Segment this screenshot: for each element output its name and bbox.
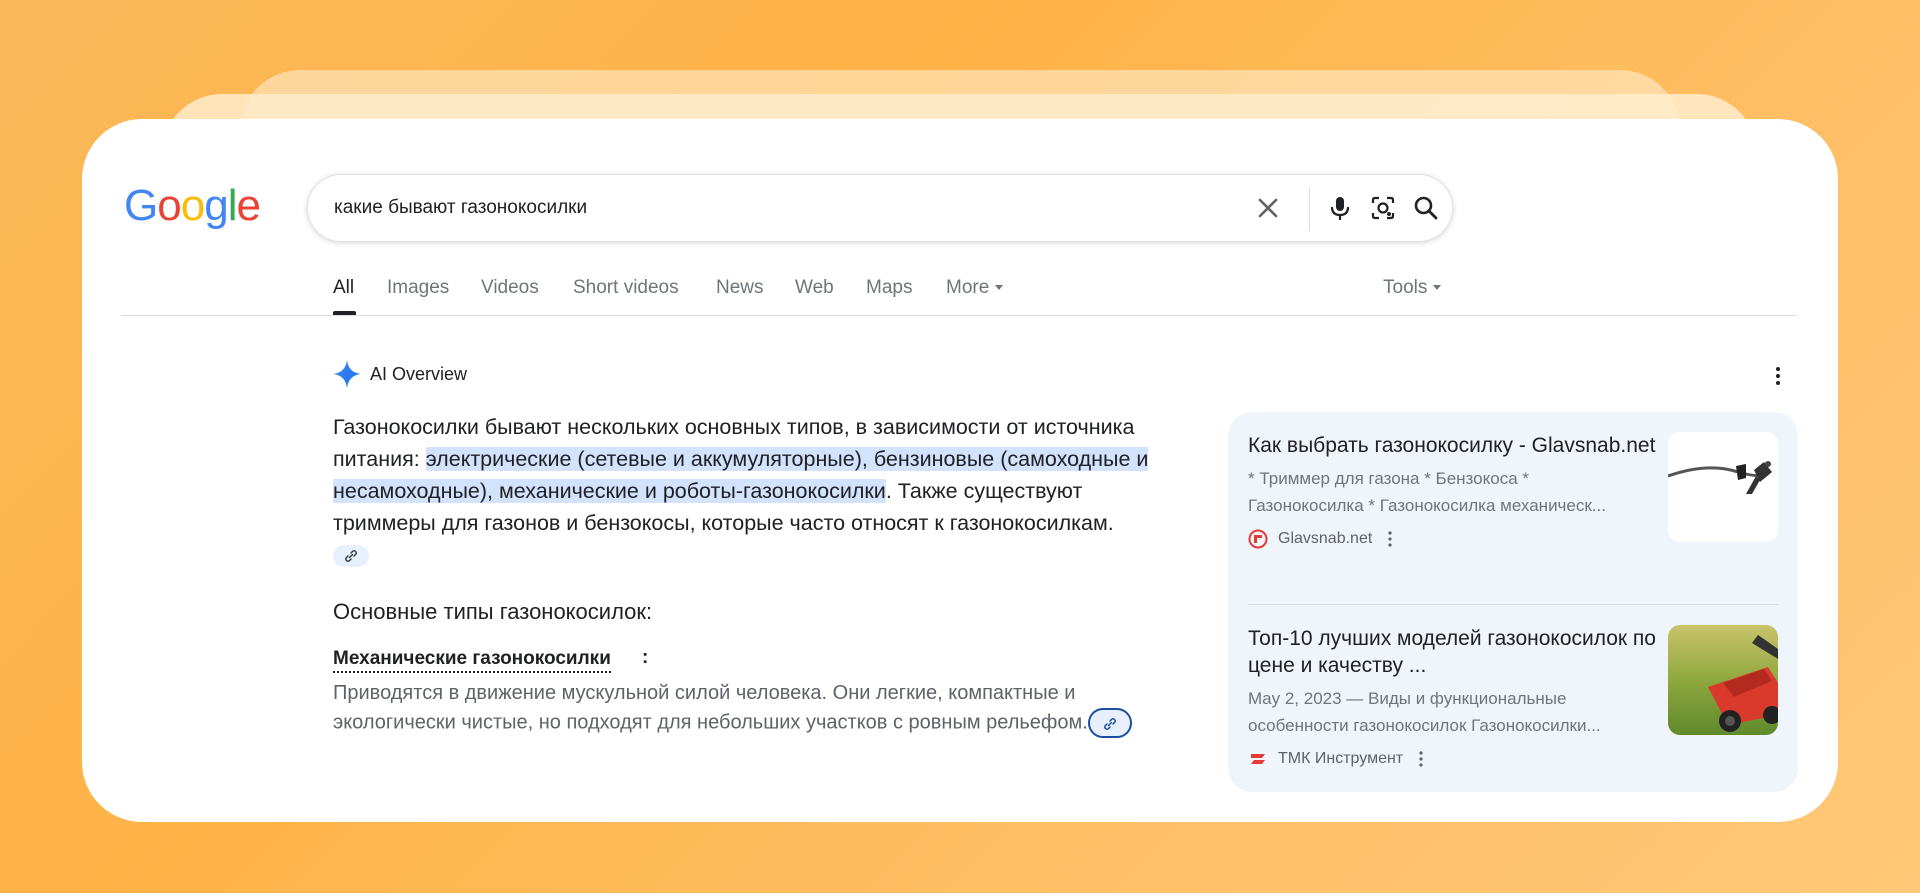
subsection-description: Приводятся в движение мускульной силой ч…	[333, 679, 1153, 738]
subsection-title[interactable]: Механические газонокосилки	[333, 647, 611, 673]
tab-news[interactable]: News	[716, 277, 764, 299]
source-site: ТМК Инструмент	[1248, 749, 1778, 769]
tab-short-videos[interactable]: Short videos	[573, 277, 679, 299]
logo-letter: e	[236, 181, 261, 230]
tabs-divider	[122, 315, 1797, 316]
link-icon	[345, 550, 357, 563]
snippet-line: Газонокосилка * Газонокосилка механическ…	[1248, 496, 1606, 515]
logo-letter: o	[180, 181, 206, 230]
lens-camera-icon[interactable]	[1368, 193, 1398, 223]
section-title: Основные типы газонокосилок:	[333, 599, 653, 624]
glavsnab-favicon-icon	[1248, 529, 1268, 549]
subsection-colon: :	[642, 647, 649, 668]
kebab-menu-icon[interactable]	[1419, 751, 1423, 767]
sources-panel: Как выбрать газонокосилку - Glavsnab.net…	[1228, 412, 1798, 792]
subsection-text: Приводятся в движение мускульной силой ч…	[333, 682, 1088, 734]
snippet-line: * Триммер для газона * Бензокоса *	[1248, 469, 1529, 488]
source-link-chip[interactable]	[333, 545, 369, 568]
chevron-down-icon	[995, 285, 1004, 291]
source-thumbnail-trimmer[interactable]	[1668, 432, 1778, 542]
tab-maps[interactable]: Maps	[866, 277, 912, 299]
ai-overview-header: AI Overview	[332, 359, 467, 389]
tab-web[interactable]: Web	[795, 277, 834, 299]
source-title[interactable]: Топ-10 лучших моделей газонокосилок по ц…	[1248, 625, 1658, 679]
ai-overview-text: Газонокосилки бывают нескольких основных…	[333, 411, 1153, 571]
tab-all[interactable]: All	[333, 277, 354, 299]
search-results-card: Google какие бывают газонокосилки All Im…	[82, 119, 1838, 822]
tools-label: Tools	[1383, 277, 1428, 298]
link-icon	[1103, 718, 1116, 730]
kebab-menu-icon[interactable]	[1388, 531, 1392, 547]
tab-images[interactable]: Images	[387, 277, 449, 299]
source-divider	[1248, 604, 1778, 605]
chevron-down-icon	[1433, 285, 1442, 291]
snippet-line: May 2, 2023 — Виды и функциональные	[1248, 689, 1567, 708]
tmk-favicon-icon	[1251, 754, 1265, 764]
search-icon[interactable]	[1411, 193, 1441, 223]
source-card[interactable]: Как выбрать газонокосилку - Glavsnab.net…	[1248, 432, 1778, 549]
tools-button[interactable]: Tools	[1383, 277, 1442, 299]
tab-more-label: More	[946, 277, 990, 298]
source-link-chip-focused[interactable]	[1087, 708, 1132, 738]
source-site-name: ТМК Инструмент	[1278, 750, 1404, 767]
search-input[interactable]: какие бывают газонокосилки	[334, 197, 587, 219]
source-title[interactable]: Как выбрать газонокосилку - Glavsnab.net	[1248, 432, 1658, 459]
source-site-name: Glavsnab.net	[1278, 530, 1373, 547]
tab-videos[interactable]: Videos	[481, 277, 539, 299]
tab-more[interactable]: More	[946, 277, 1004, 299]
source-card[interactable]: Топ-10 лучших моделей газонокосилок по ц…	[1248, 625, 1778, 769]
microphone-icon[interactable]	[1325, 193, 1355, 223]
clear-icon[interactable]	[1253, 193, 1283, 223]
sparkle-icon	[333, 360, 361, 388]
trimmer-image	[1668, 432, 1778, 542]
source-snippet: May 2, 2023 — Виды и функциональные особ…	[1248, 685, 1648, 739]
lawnmower-image	[1668, 625, 1778, 735]
logo-letter: o	[157, 181, 182, 230]
search-divider	[1309, 187, 1310, 231]
logo-letter: G	[124, 181, 158, 230]
ai-overview-title: AI Overview	[370, 363, 468, 384]
snippet-line: особенности газонокосилок Газонокосилки.…	[1248, 716, 1601, 735]
logo-letter: g	[204, 181, 229, 230]
source-thumbnail-lawnmower[interactable]	[1668, 625, 1778, 735]
more-options-icon[interactable]	[1774, 365, 1782, 387]
source-snippet: * Триммер для газона * Бензокоса * Газон…	[1248, 465, 1648, 519]
logo-letter: l	[227, 181, 238, 230]
google-logo[interactable]: Google	[124, 181, 261, 231]
search-bar[interactable]: какие бывают газонокосилки	[307, 174, 1453, 242]
